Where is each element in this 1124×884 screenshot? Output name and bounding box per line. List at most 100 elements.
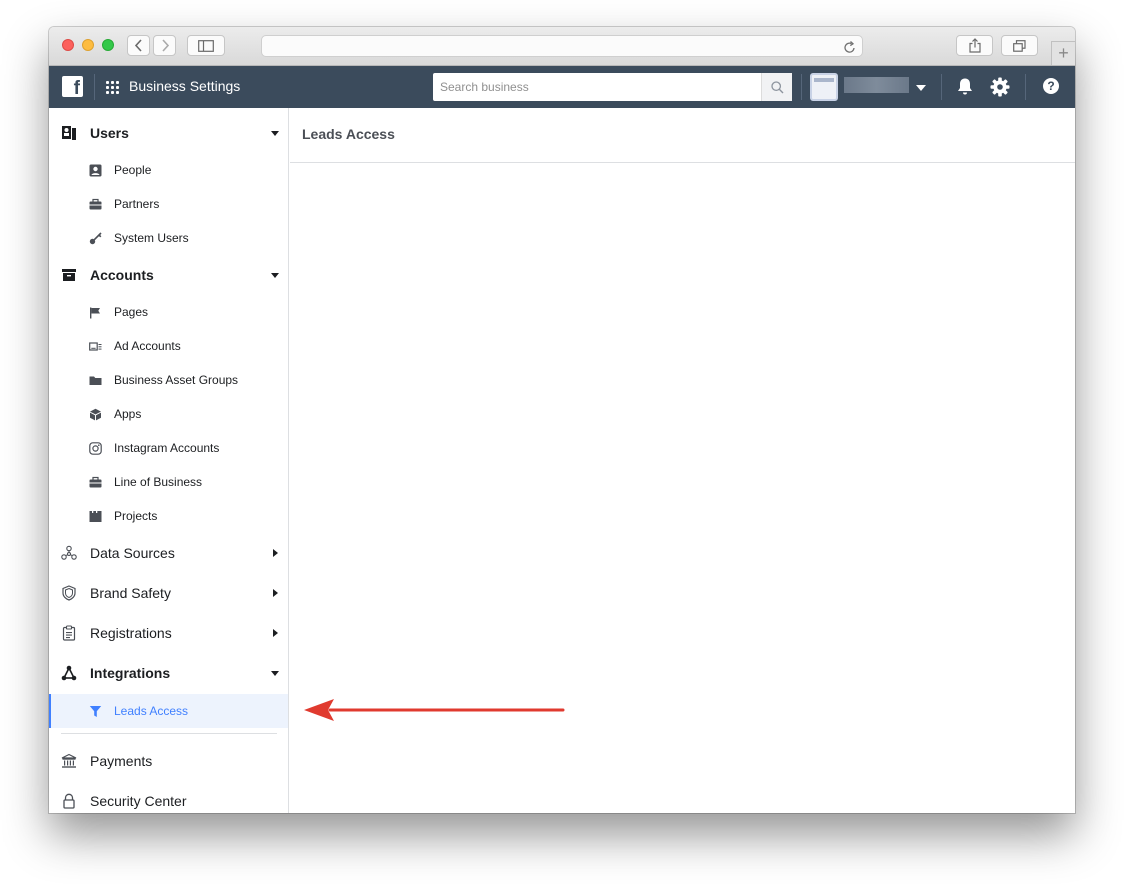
sidebar-item-partners[interactable]: Partners — [49, 189, 288, 219]
business-name-redacted[interactable] — [844, 77, 909, 93]
settings-sidebar: Users People Partners System Users Accou… — [49, 108, 289, 813]
notifications-bell-icon[interactable] — [956, 77, 976, 97]
reload-icon[interactable] — [844, 37, 856, 57]
facebook-logo-icon[interactable]: f — [62, 76, 83, 97]
business-manager-topbar: f Business Settings ? — [49, 66, 1075, 108]
caret-right-icon — [273, 629, 278, 637]
sidebar-section-brand-safety[interactable]: Brand Safety — [49, 578, 288, 608]
sidebar-item-label: Leads Access — [114, 704, 189, 718]
back-button[interactable] — [127, 35, 150, 56]
sidebar-item-label: System Users — [114, 231, 189, 245]
sidebar-item-business-asset-groups[interactable]: Business Asset Groups — [49, 365, 288, 395]
business-avatar[interactable] — [810, 73, 838, 101]
cube-icon — [89, 408, 102, 421]
caret-right-icon — [273, 589, 278, 597]
sidebar-item-instagram-accounts[interactable]: Instagram Accounts — [49, 433, 288, 463]
briefcase-icon — [89, 476, 102, 489]
chevron-right-icon — [161, 39, 169, 52]
apps-grid-icon[interactable] — [106, 81, 119, 94]
instagram-icon — [89, 442, 102, 455]
shield-icon — [61, 585, 77, 601]
ad-account-icon — [89, 340, 102, 353]
sidebar-item-label: Pages — [114, 305, 149, 319]
page-title: Leads Access — [302, 126, 395, 142]
app-title[interactable]: Business Settings — [129, 78, 240, 94]
sidebar-item-ad-accounts[interactable]: Ad Accounts — [49, 331, 288, 361]
caret-right-icon — [273, 549, 278, 557]
sidebar-item-label: Apps — [114, 407, 142, 421]
lock-icon — [61, 793, 77, 809]
sidebar-item-system-users[interactable]: System Users — [49, 223, 288, 253]
sidebar-section-users[interactable]: Users — [49, 118, 288, 148]
sidebar-item-line-of-business[interactable]: Line of Business — [49, 467, 288, 497]
integrations-icon — [61, 665, 77, 681]
funnel-icon — [89, 705, 102, 718]
svg-text:?: ? — [1047, 79, 1054, 93]
briefcase-icon — [89, 198, 102, 211]
sidebar-section-label: Registrations — [90, 625, 172, 641]
topbar-divider — [94, 74, 95, 100]
clapper-icon — [89, 510, 102, 523]
sidebar-item-leads-access[interactable]: Leads Access — [49, 694, 288, 728]
sidebar-item-label: Partners — [114, 197, 160, 211]
sidebar-section-data-sources[interactable]: Data Sources — [49, 538, 288, 568]
sidebar-item-label: Ad Accounts — [114, 339, 181, 353]
help-icon[interactable]: ? — [1042, 77, 1062, 97]
search-button[interactable] — [761, 73, 792, 101]
sidebar-item-label: Instagram Accounts — [114, 441, 220, 455]
chevron-down-icon[interactable] — [916, 85, 926, 91]
sidebar-item-pages[interactable]: Pages — [49, 297, 288, 327]
users-icon — [61, 125, 77, 141]
close-window-button[interactable] — [62, 39, 74, 51]
new-tab-button[interactable]: + — [1051, 41, 1075, 65]
sidebar-section-registrations[interactable]: Registrations — [49, 618, 288, 648]
browser-titlebar: + — [49, 27, 1075, 66]
data-sources-icon — [61, 545, 77, 561]
caret-down-icon — [271, 671, 279, 676]
sidebar-section-accounts[interactable]: Accounts — [49, 260, 288, 290]
annotation-arrow — [304, 699, 565, 721]
address-bar[interactable] — [261, 35, 863, 57]
archive-icon — [61, 267, 77, 283]
search-icon — [771, 81, 784, 94]
tabs-overview-button[interactable] — [1001, 35, 1038, 56]
forward-button[interactable] — [153, 35, 176, 56]
search-box — [433, 73, 792, 101]
clipboard-icon — [61, 625, 77, 641]
sidebar-section-label: Data Sources — [90, 545, 175, 561]
sidebar-section-label: Payments — [90, 753, 153, 769]
sidebar-item-label: People — [114, 163, 152, 177]
sidebar-item-label: Projects — [114, 509, 158, 523]
sidebar-section-label: Brand Safety — [90, 585, 171, 601]
chevron-left-icon — [134, 39, 142, 52]
folder-icon — [89, 374, 102, 387]
sidebar-section-label: Security Center — [90, 793, 187, 809]
sidebar-toggle-button[interactable] — [187, 35, 225, 56]
share-icon — [968, 38, 981, 53]
topbar-divider — [941, 74, 942, 100]
sidebar-icon — [198, 40, 214, 52]
topbar-divider — [1025, 74, 1026, 100]
sidebar-section-label: Integrations — [90, 665, 171, 681]
caret-down-icon — [271, 131, 279, 136]
person-icon — [89, 164, 102, 177]
sidebar-section-security-center[interactable]: Security Center — [49, 786, 288, 813]
tabs-icon — [1013, 40, 1026, 52]
share-button[interactable] — [956, 35, 993, 56]
minimize-window-button[interactable] — [82, 39, 94, 51]
content-header: Leads Access — [290, 108, 1075, 163]
search-input[interactable] — [433, 73, 759, 101]
sidebar-item-people[interactable]: People — [49, 155, 288, 185]
sidebar-item-label: Line of Business — [114, 475, 203, 489]
sidebar-section-label: Accounts — [90, 267, 154, 283]
topbar-divider — [801, 74, 802, 100]
sidebar-item-apps[interactable]: Apps — [49, 399, 288, 429]
sidebar-item-projects[interactable]: Projects — [49, 501, 288, 531]
zoom-window-button[interactable] — [102, 39, 114, 51]
plus-icon: + — [1058, 43, 1069, 63]
settings-gear-icon[interactable] — [990, 77, 1010, 97]
sidebar-item-label: Business Asset Groups — [114, 373, 239, 387]
sidebar-section-payments[interactable]: Payments — [49, 746, 288, 776]
sidebar-section-integrations[interactable]: Integrations — [49, 658, 288, 688]
caret-down-icon — [271, 273, 279, 278]
